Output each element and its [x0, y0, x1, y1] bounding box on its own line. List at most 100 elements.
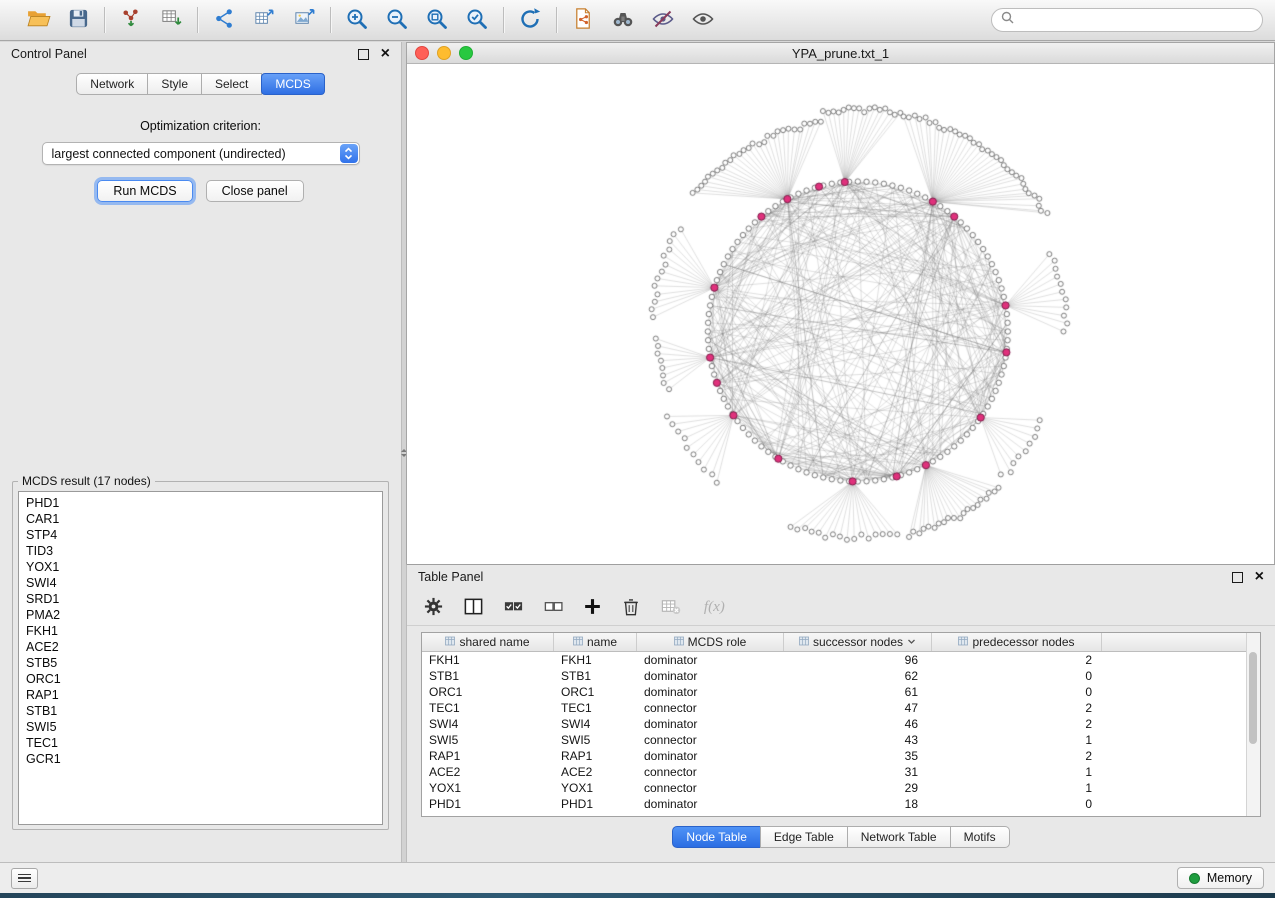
table-row[interactable]: SWI5SWI5connector431 [422, 732, 1260, 748]
tab-network-table[interactable]: Network Table [847, 826, 951, 848]
tab-select[interactable]: Select [201, 73, 262, 95]
column-sort-icon [573, 635, 583, 649]
tab-motifs[interactable]: Motifs [950, 826, 1010, 848]
column-header-name[interactable]: name [554, 633, 637, 651]
mcds-result-list[interactable]: PHD1CAR1STP4TID3YOX1SWI4SRD1PMA2FKH1ACE2… [18, 491, 383, 825]
hide-selected-icon [651, 7, 675, 34]
scrollbar-thumb[interactable] [1249, 652, 1257, 744]
cell-mcds-role: connector [637, 700, 784, 716]
mcds-node-item[interactable]: ACE2 [26, 639, 382, 655]
cell-shared-name: ACE2 [422, 764, 554, 780]
zoom-fit-button[interactable] [421, 4, 453, 36]
zoom-in-button[interactable] [341, 4, 373, 36]
toolbar-group [557, 4, 729, 36]
tab-network[interactable]: Network [76, 73, 148, 95]
column-header-successor-nodes[interactable]: successor nodes [784, 633, 932, 651]
show-all-button[interactable] [687, 4, 719, 36]
memory-button[interactable]: Memory [1177, 867, 1264, 889]
table-row[interactable]: YOX1YOX1connector291 [422, 780, 1260, 796]
cell-successor-nodes: 46 [784, 716, 932, 732]
panel-menu-button[interactable] [11, 868, 38, 889]
float-panel-button[interactable] [358, 49, 369, 60]
zoom-selected-button[interactable] [461, 4, 493, 36]
table-row[interactable]: TEC1TEC1connector472 [422, 700, 1260, 716]
table-panel-tabs: Node TableEdge TableNetwork TableMotifs [407, 826, 1275, 848]
zoom-out-button[interactable] [381, 4, 413, 36]
close-table-panel-button[interactable]: × [1255, 572, 1264, 582]
mcds-node-item[interactable]: ORC1 [26, 671, 382, 687]
save-button[interactable] [62, 4, 94, 36]
table-row[interactable]: SWI4SWI4dominator462 [422, 716, 1260, 732]
import-table-file-button[interactable] [155, 4, 187, 36]
float-table-panel-button[interactable] [1232, 572, 1243, 583]
tab-style[interactable]: Style [147, 73, 202, 95]
mcds-node-item[interactable]: SWI4 [26, 575, 382, 591]
mcds-node-item[interactable]: TEC1 [26, 735, 382, 751]
close-panel-icon-button[interactable]: × [381, 49, 390, 59]
show-all-icon [691, 7, 715, 34]
clear-row-selection-button[interactable] [543, 596, 564, 620]
control-panel-title: Control Panel [11, 47, 87, 61]
column-header-shared-name[interactable]: shared name [422, 633, 554, 651]
table-row[interactable]: PHD1PHD1dominator180 [422, 796, 1260, 812]
delete-column-button[interactable] [621, 596, 641, 620]
export-table-button[interactable] [248, 4, 280, 36]
mcds-node-item[interactable]: SWI5 [26, 719, 382, 735]
run-mcds-button[interactable]: Run MCDS [97, 180, 192, 202]
add-column-button[interactable] [583, 596, 602, 620]
table-row[interactable]: RAP1RAP1dominator352 [422, 748, 1260, 764]
export-image-button[interactable] [288, 4, 320, 36]
column-header-MCDS-role[interactable]: MCDS role [637, 633, 784, 651]
mcds-node-item[interactable]: RAP1 [26, 687, 382, 703]
cell-name: ACE2 [554, 764, 637, 780]
export-network-button[interactable] [208, 4, 240, 36]
find-button[interactable] [607, 4, 639, 36]
tab-edge-table[interactable]: Edge Table [760, 826, 848, 848]
table-row[interactable]: STB1STB1dominator620 [422, 668, 1260, 684]
table-settings-button[interactable] [423, 596, 444, 620]
mcds-node-item[interactable]: YOX1 [26, 559, 382, 575]
show-columns-button[interactable] [463, 596, 484, 620]
mcds-node-item[interactable]: SRD1 [26, 591, 382, 607]
column-header-label: shared name [459, 635, 529, 649]
import-network-file-button[interactable] [115, 4, 147, 36]
open-button[interactable] [22, 4, 54, 36]
cell-mcds-role: dominator [637, 748, 784, 764]
column-header-predecessor-nodes[interactable]: predecessor nodes [932, 633, 1102, 651]
mcds-node-item[interactable]: CAR1 [26, 511, 382, 527]
search-box[interactable] [991, 8, 1263, 32]
select-all-rows-button[interactable] [503, 596, 524, 620]
open-icon [26, 6, 51, 34]
sort-direction-icon [907, 635, 916, 649]
table-panel-titlebar: Table Panel × [407, 565, 1275, 589]
share-document-button[interactable] [567, 4, 599, 36]
mcds-node-item[interactable]: STP4 [26, 527, 382, 543]
tab-mcds[interactable]: MCDS [261, 73, 324, 95]
desktop-background-strip [0, 893, 1275, 898]
cell-name: SWI5 [554, 732, 637, 748]
mcds-node-item[interactable]: STB5 [26, 655, 382, 671]
mcds-node-item[interactable]: PHD1 [26, 495, 382, 511]
tab-node-table[interactable]: Node Table [672, 826, 761, 848]
zoom-in-icon [345, 7, 369, 34]
mcds-node-item[interactable]: GCR1 [26, 751, 382, 767]
table-row[interactable]: FKH1FKH1dominator962 [422, 652, 1260, 668]
optimization-select[interactable]: largest connected component (undirected) [42, 142, 360, 165]
export-table-icon [253, 7, 276, 33]
table-scrollbar[interactable] [1246, 633, 1260, 816]
mcds-node-item[interactable]: PMA2 [26, 607, 382, 623]
mcds-node-item[interactable]: FKH1 [26, 623, 382, 639]
cell-predecessor-nodes: 2 [932, 652, 1102, 668]
mcds-node-item[interactable]: TID3 [26, 543, 382, 559]
search-input[interactable] [1020, 12, 1253, 28]
table-row[interactable]: ACE2ACE2connector311 [422, 764, 1260, 780]
hide-selected-button[interactable] [647, 4, 679, 36]
cell-mcds-role: dominator [637, 668, 784, 684]
table-toolbar: f(x) [407, 589, 1275, 626]
table-row[interactable]: ORC1ORC1dominator610 [422, 684, 1260, 700]
cell-successor-nodes: 43 [784, 732, 932, 748]
refresh-button[interactable] [514, 4, 546, 36]
close-panel-button[interactable]: Close panel [206, 180, 304, 202]
mcds-node-item[interactable]: STB1 [26, 703, 382, 719]
network-canvas[interactable] [407, 64, 1274, 564]
